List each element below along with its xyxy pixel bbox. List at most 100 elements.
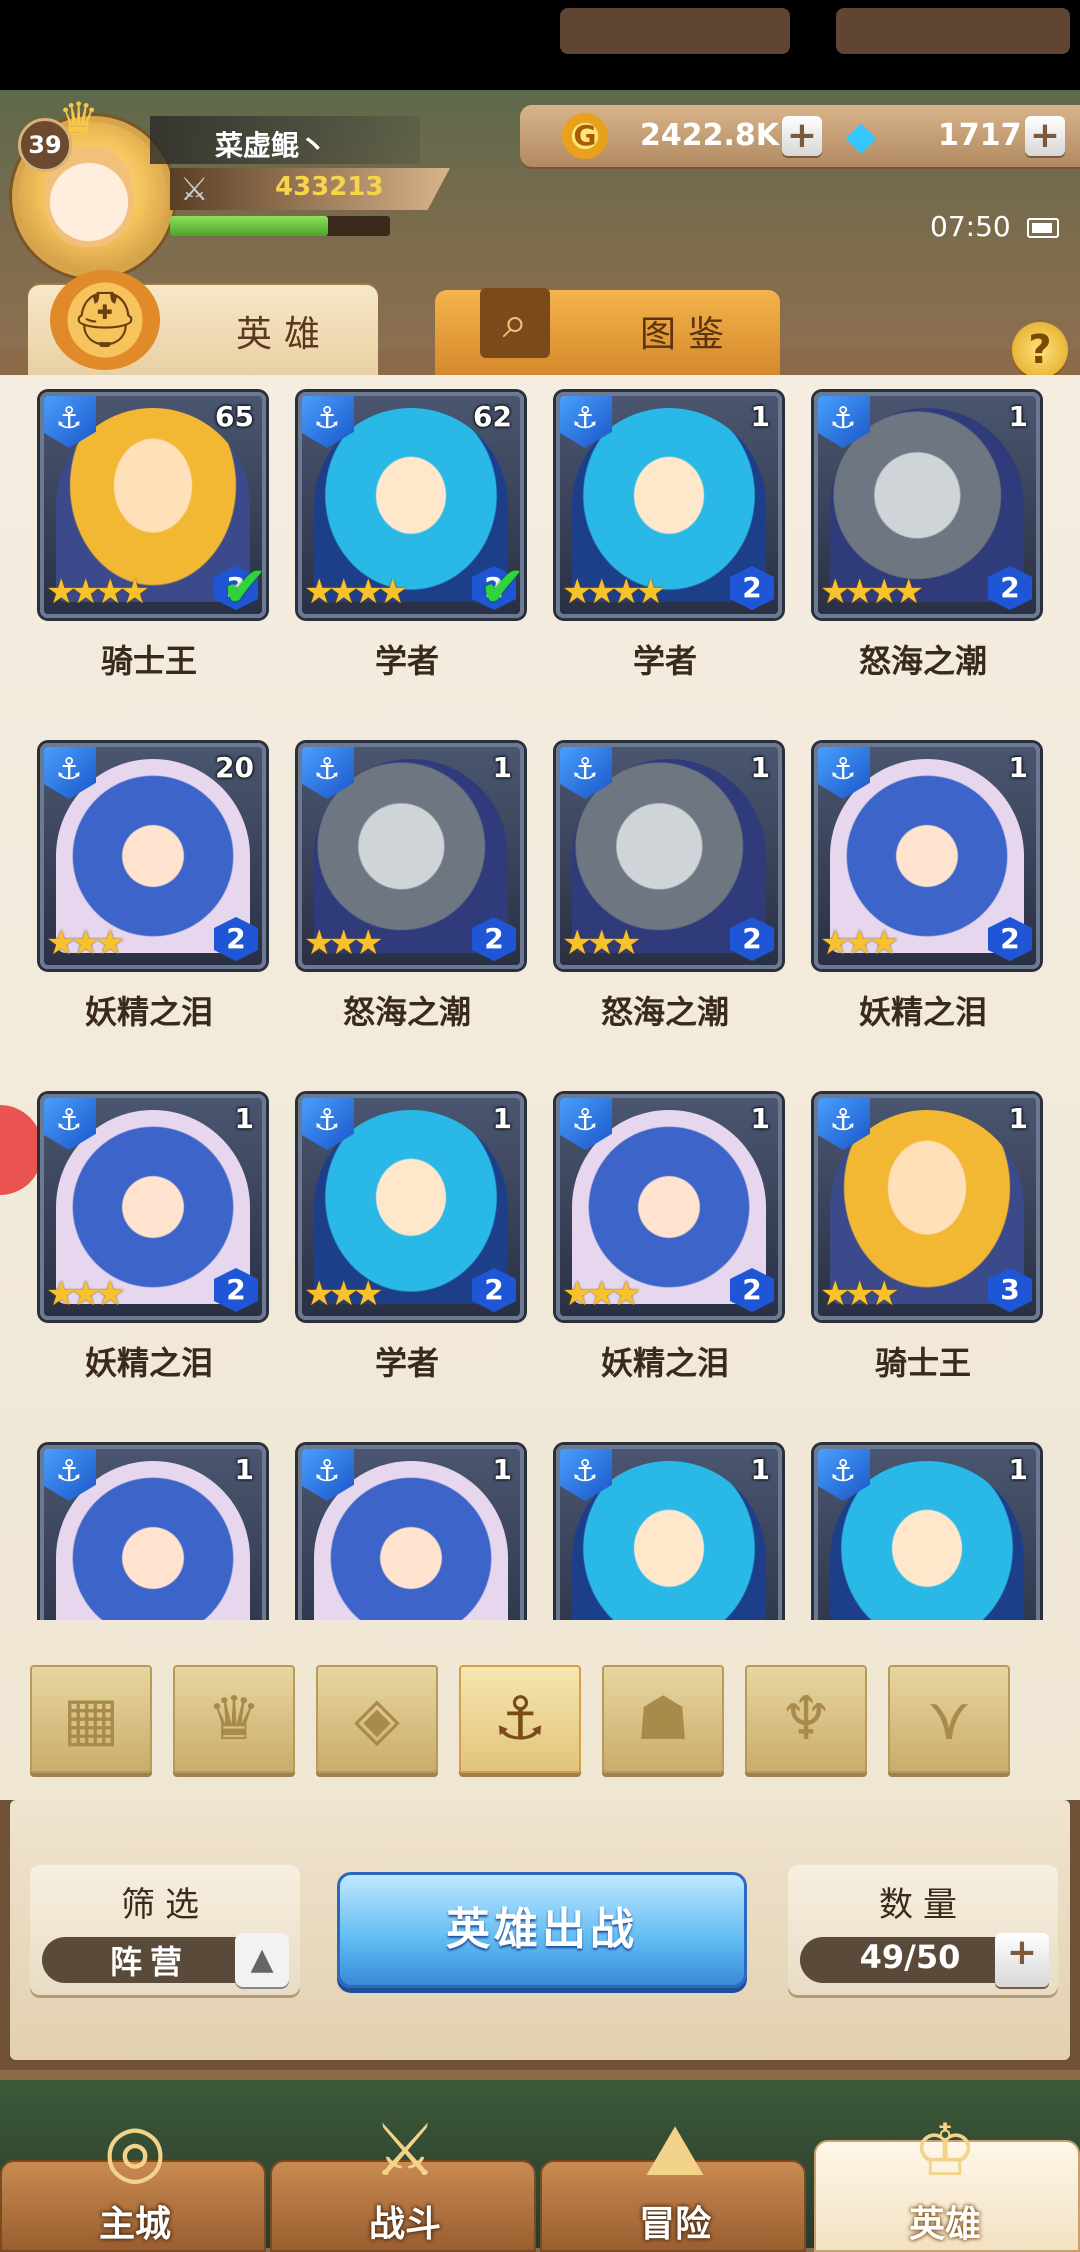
hero-portrait-frame: ⚓ 1 ★★★ 2 — [556, 743, 782, 969]
hero-duplicate-count: 1 — [750, 751, 770, 784]
gem-slot — [836, 8, 1070, 54]
wings-class-icon[interactable]: ⋎ — [888, 1665, 1010, 1773]
hero-portrait-frame: ⚓ 1 ★★★ 2 — [40, 1094, 266, 1320]
hero-name: 妖精之泪 — [858, 993, 987, 1031]
star-rating: ★★★ — [46, 923, 125, 963]
hero-duplicate-count: 1 — [234, 1102, 254, 1135]
hero-duplicate-count: 1 — [750, 1453, 770, 1486]
hero-card[interactable]: ⚓ 1 ★★★ 2 妖精之泪 — [814, 743, 1040, 1043]
hero-portrait-frame: ⚓ 1 ★★★★ 2 — [814, 392, 1040, 618]
horns-class-icon[interactable]: ♆ — [745, 1665, 867, 1773]
star-rating: ★★★ — [46, 1274, 125, 1314]
hero-card[interactable]: ⚓ 1 — [556, 1445, 782, 1620]
hero-card[interactable]: ⚓ 65 ★★★★ 3 ✔ 骑士王 — [40, 392, 266, 692]
hero-duplicate-count: 65 — [215, 400, 254, 433]
hero-card[interactable]: ⚓ 1 ★★★★ 2 怒海之潮 — [814, 392, 1040, 692]
nav-label: 冒险 — [638, 2204, 711, 2245]
add-gems-button[interactable]: + — [1025, 116, 1065, 156]
experience-bar — [170, 216, 390, 236]
diamond-icon: ◆ — [845, 113, 877, 159]
clock-time: 07:50 — [930, 210, 1011, 243]
hero-card[interactable]: ⚓ 1 ★★★ 2 怒海之潮 — [556, 743, 782, 1043]
star-rating: ★★★★ — [304, 572, 408, 612]
hero-card[interactable]: ⚓ 1 ★★★ 3 骑士王 — [814, 1094, 1040, 1394]
add-gold-button[interactable]: + — [782, 116, 822, 156]
hero-duplicate-count: 62 — [473, 400, 512, 433]
hero-portrait-frame: ⚓ 1 — [40, 1445, 266, 1620]
star-rating: ★★★ — [304, 923, 383, 963]
hero-portrait-frame: ⚓ 1 ★★★ 2 — [814, 743, 1040, 969]
hero-portrait-frame: ⚓ 1 ★★★★ 2 — [556, 392, 782, 618]
deploy-heroes-button[interactable]: 英雄出战 — [337, 1872, 747, 1988]
anchor-class-icon[interactable]: ⚓ — [459, 1665, 581, 1773]
filter-value: 阵营 — [110, 1943, 191, 1981]
battery-icon — [1027, 218, 1059, 238]
hero-name: 怒海之潮 — [858, 642, 987, 680]
star-rating: ★★★ — [820, 923, 899, 963]
star-rating: ★★★ — [820, 1274, 899, 1314]
hero-name: 妖精之泪 — [600, 1344, 729, 1382]
hero-portrait-frame: ⚓ 1 ★★★ 2 — [298, 743, 524, 969]
grid-icon[interactable]: ▦ — [30, 1665, 152, 1773]
hero-duplicate-count: 1 — [1008, 1453, 1028, 1486]
hero-grid[interactable]: ⚓ 65 ★★★★ 3 ✔ 骑士王 ⚓ 62 ★★★★ 2 ✔ 学者 ⚓ 1 ★★★★ 2 学者 ⚓ 1 ★★★★ 2 怒… — [0, 380, 1080, 1620]
gem-amount: 1717 — [938, 118, 1022, 153]
expand-capacity-button[interactable]: + — [995, 1933, 1049, 1987]
hero-name: 妖精之泪 — [84, 1344, 213, 1382]
hero-duplicate-count: 1 — [750, 1102, 770, 1135]
combat-power: 433213 — [275, 172, 384, 202]
hero-name: 学者 — [374, 642, 439, 680]
gold-amount: 2422.8K — [640, 118, 780, 153]
tab-handbook-label: 图鉴 — [640, 314, 737, 355]
star-rating: ★★★ — [562, 1274, 641, 1314]
help-button[interactable]: ? — [1012, 322, 1068, 378]
hero-card[interactable]: ⚓ 1 ★★★ 2 妖精之泪 — [40, 1094, 266, 1394]
hero-duplicate-count: 1 — [492, 751, 512, 784]
hero-name: 骑士王 — [874, 1344, 971, 1382]
hero-portrait-frame: ⚓ 1 ★★★ 2 — [556, 1094, 782, 1320]
hero-card[interactable]: ⚓ 1 — [814, 1445, 1040, 1620]
tab-hero-label: 英雄 — [236, 314, 333, 355]
hero-card[interactable]: ⚓ 1 ★★★ 2 怒海之潮 — [298, 743, 524, 1043]
hero-card[interactable]: ⚓ 1 ★★★★ 2 学者 — [556, 392, 782, 692]
hero-name: 妖精之泪 — [84, 993, 213, 1031]
beast-class-icon[interactable]: ☗ — [602, 1665, 724, 1773]
hero-portrait-frame: ⚓ 20 ★★★ 2 — [40, 743, 266, 969]
helmet-icon: ⛑ — [50, 270, 160, 370]
star-rating: ★★★ — [562, 923, 641, 963]
hero-name: 学者 — [632, 642, 697, 680]
hero-duplicate-count: 1 — [234, 1453, 254, 1486]
hero-portrait-frame: ⚓ 1 — [814, 1445, 1040, 1620]
hero-icon: ♔ — [912, 2108, 978, 2192]
hero-name: 怒海之潮 — [600, 993, 729, 1031]
hero-card[interactable]: ⚓ 1 — [40, 1445, 266, 1620]
experience-bar-fill — [170, 216, 329, 236]
deployed-check-icon: ✔ — [479, 555, 524, 618]
gold-slot — [560, 8, 790, 54]
hero-card[interactable]: ⚓ 62 ★★★★ 2 ✔ 学者 — [298, 392, 524, 692]
hero-duplicate-count: 1 — [1008, 400, 1028, 433]
hero-portrait-frame: ⚓ 65 ★★★★ 3 ✔ — [40, 392, 266, 618]
player-name: 菜虚鲲丶 — [215, 129, 328, 162]
star-rating: ★★★★ — [46, 572, 150, 612]
star-rating: ★★★ — [304, 1274, 383, 1314]
hero-portrait-frame: ⚓ 1 ★★★ 3 — [814, 1094, 1040, 1320]
hero-duplicate-count: 20 — [215, 751, 254, 784]
hero-portrait-frame: ⚓ 1 ★★★ 2 — [298, 1094, 524, 1320]
nav-label: 战斗 — [368, 2204, 441, 2245]
hero-name: 骑士王 — [100, 642, 197, 680]
crown-class-icon[interactable]: ♛ — [173, 1665, 295, 1773]
battle-icon: ⚔ — [372, 2108, 438, 2192]
deployed-check-icon: ✔ — [221, 555, 266, 618]
hero-card[interactable]: ⚓ 1 ★★★ 2 学者 — [298, 1094, 524, 1394]
chevron-up-icon[interactable]: ▲ — [235, 1933, 289, 1987]
hero-duplicate-count: 1 — [492, 1453, 512, 1486]
hero-card[interactable]: ⚓ 1 — [298, 1445, 524, 1620]
hero-portrait-frame: ⚓ 1 — [556, 1445, 782, 1620]
diamond-class-icon[interactable]: ◈ — [316, 1665, 438, 1773]
camp-filter-bar: ▦ ♛ ◈ ⚓ ☗ ♆ ⋎ — [30, 1665, 1070, 1775]
hero-portrait-frame: ⚓ 1 — [298, 1445, 524, 1620]
hero-card[interactable]: ⚓ 20 ★★★ 2 妖精之泪 — [40, 743, 266, 1043]
crossed-swords-icon: ⚔ — [180, 170, 209, 208]
hero-card[interactable]: ⚓ 1 ★★★ 2 妖精之泪 — [556, 1094, 782, 1394]
